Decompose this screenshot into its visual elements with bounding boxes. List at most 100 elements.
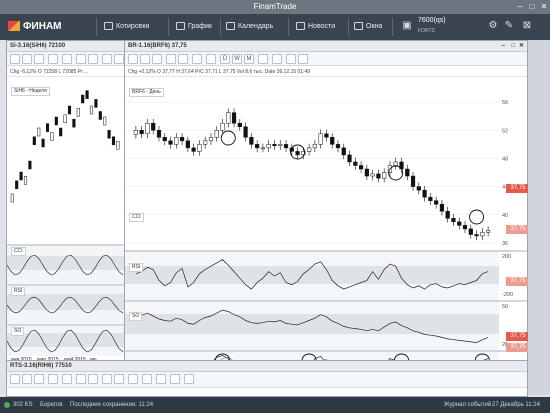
toolbar-btn[interactable] <box>10 54 20 64</box>
chart-toolbar: D W M <box>125 52 527 66</box>
close-icon[interactable]: ✕ <box>538 1 550 12</box>
toolbar-btn[interactable] <box>184 374 194 384</box>
close-window-icon[interactable]: ✕ <box>519 41 524 51</box>
candle-down <box>462 225 468 230</box>
menu-windows[interactable]: Окна <box>354 14 382 40</box>
candle-down <box>347 154 352 163</box>
divider <box>220 18 221 36</box>
toolbar-btn[interactable] <box>114 54 124 64</box>
toolbar-btn[interactable] <box>88 54 98 64</box>
menu-quotes[interactable]: Котировки <box>104 14 149 40</box>
candle-down <box>405 168 410 177</box>
candle-down <box>168 140 173 145</box>
toolbar-btn[interactable] <box>128 374 138 384</box>
toolbar-btn[interactable] <box>156 374 166 384</box>
toolbar-btn[interactable] <box>152 54 162 64</box>
candle-down <box>295 151 300 156</box>
left-candle <box>63 114 67 124</box>
toolbar-btn[interactable] <box>206 54 216 64</box>
candle-up <box>318 133 323 145</box>
toolbar-btn[interactable] <box>142 374 152 384</box>
toolbar-btn[interactable] <box>114 374 124 384</box>
lock-icon[interactable]: ⊠ <box>520 19 534 33</box>
minimize-window-icon[interactable]: – <box>502 41 505 51</box>
right-dock <box>528 40 550 395</box>
toolbar-btn[interactable] <box>128 54 138 64</box>
window-header: RTS-3.16(RIH6) 77510 <box>7 361 527 372</box>
toolbar-btn[interactable] <box>62 374 72 384</box>
menu-chart[interactable]: График <box>176 14 212 40</box>
toolbar-btn[interactable] <box>286 54 296 64</box>
account-selector[interactable]: 7600(qs) FORTS <box>418 16 446 36</box>
panel-divider <box>125 350 527 352</box>
candle-down <box>341 147 346 156</box>
interval-btn-day[interactable]: D <box>220 54 230 64</box>
toolbar-btn[interactable] <box>22 374 32 384</box>
toolbar-btn[interactable] <box>76 374 86 384</box>
so-price-tag: 37,75 <box>506 332 530 341</box>
candle-down <box>376 173 381 179</box>
toolbar-btn[interactable] <box>88 374 98 384</box>
price-axis-label: 48 <box>502 156 508 162</box>
divider <box>392 18 393 36</box>
candle-down <box>358 165 364 170</box>
menu-news[interactable]: Новости <box>296 14 335 40</box>
cci-label: CCI <box>11 247 26 256</box>
toolbar-btn[interactable] <box>62 54 72 64</box>
instrument-info: Chg +0,12% O 37,77 H 37,64 PrC 37,71 L 3… <box>125 67 527 77</box>
toolbar-btn[interactable] <box>22 54 32 64</box>
toolbar-btn[interactable] <box>10 374 20 384</box>
left-chart-canvas <box>7 78 125 356</box>
news-icon <box>296 22 305 31</box>
chart-icon <box>176 22 185 31</box>
toolbar-btn[interactable] <box>34 374 44 384</box>
toolbar-btn[interactable] <box>272 54 282 64</box>
toolbar-btn[interactable] <box>48 374 58 384</box>
toolbar-btn[interactable] <box>34 54 44 64</box>
candle-up <box>174 137 179 145</box>
toolbar-btn[interactable] <box>76 54 86 64</box>
quotes-icon <box>104 22 113 31</box>
window-header: Si-3.16(SiH6) 72100 <box>7 41 125 52</box>
left-candle <box>10 193 14 203</box>
candle-down <box>151 122 156 131</box>
toolbar-btn[interactable] <box>102 374 112 384</box>
toolbar-btn[interactable] <box>298 54 308 64</box>
candle-down <box>139 130 144 135</box>
toolbar-btn[interactable] <box>166 54 176 64</box>
account-icon[interactable]: ▣ <box>400 19 414 33</box>
toolbar-btn[interactable] <box>258 54 268 64</box>
candle-up <box>370 173 375 177</box>
toolbar-btn[interactable] <box>48 54 58 64</box>
price-axis-label: 52 <box>502 128 508 134</box>
window-header: BR-1.16(BRF6) 37,75 – □ ✕ <box>125 41 527 52</box>
menu-calendar[interactable]: Календарь <box>226 14 273 40</box>
rsi-label: RSI <box>129 263 144 272</box>
last-save: Последнее сохранение: 11:24 <box>70 402 154 408</box>
toolbar-btn[interactable] <box>170 374 180 384</box>
candle-up <box>266 144 271 149</box>
connection-speed: 302 KS <box>13 402 33 408</box>
finam-logo-icon <box>8 21 20 32</box>
left-candle <box>111 136 116 146</box>
minimize-icon[interactable]: – <box>514 1 526 12</box>
instrument-info: Chg -6,12% O 72258 L 72085 Pr ... <box>7 67 125 77</box>
candle-down <box>445 211 450 219</box>
left-candle <box>23 176 28 185</box>
toolbar-btn[interactable] <box>102 54 112 64</box>
settings-icon[interactable]: ⚙ <box>486 19 500 33</box>
cci-price-tag: 37,75 <box>506 225 530 234</box>
interval-btn-month[interactable]: M <box>244 54 254 64</box>
event-journal-link[interactable]: Журнал событий <box>444 397 491 413</box>
toolbar-btn[interactable] <box>192 54 202 64</box>
candle-up <box>312 144 317 149</box>
candle-down <box>185 140 190 149</box>
main-chart-canvas: 565248444036200-200502050сен 2015071421о… <box>125 78 527 368</box>
toolbar-btn[interactable] <box>178 54 188 64</box>
toolbar-btn[interactable] <box>140 54 150 64</box>
interval-btn-week[interactable]: W <box>232 54 242 64</box>
maximize-window-icon[interactable]: □ <box>511 41 515 51</box>
rsi-label: RSI <box>11 287 26 296</box>
maximize-icon[interactable]: □ <box>526 1 538 12</box>
tools-icon[interactable]: ✎ <box>502 19 516 33</box>
